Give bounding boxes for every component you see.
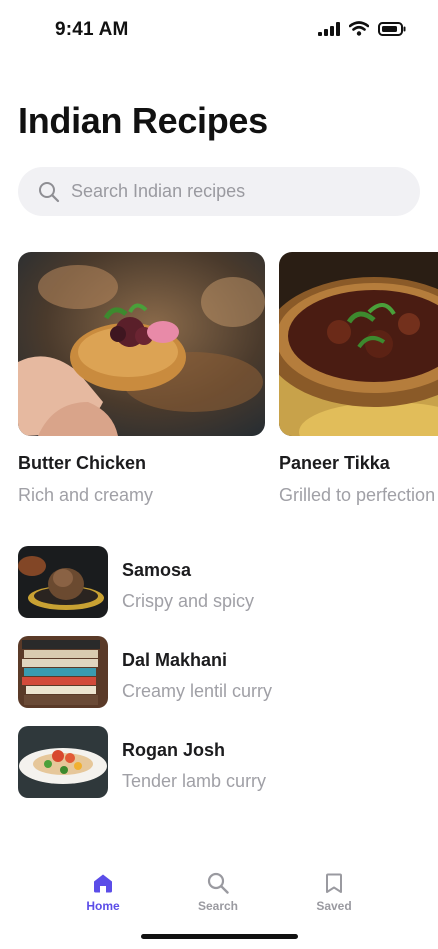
home-icon — [94, 874, 112, 893]
recipe-thumbnail — [18, 546, 108, 618]
home-indicator — [141, 934, 298, 939]
tab-search[interactable]: Search — [178, 872, 258, 913]
recipe-list: Samosa Crispy and spicy Dal Makhani Crea… — [18, 546, 420, 816]
battery-icon — [378, 21, 406, 36]
tab-saved[interactable]: Saved — [294, 872, 374, 913]
page-title: Indian Recipes — [18, 100, 268, 141]
list-item[interactable]: Rogan Josh Tender lamb curry — [18, 726, 420, 816]
status-bar: 9:41 AM — [0, 0, 438, 60]
featured-card-title: Butter Chicken — [18, 453, 147, 473]
featured-card-subtitle: Grilled to perfection — [279, 485, 436, 505]
recipe-thumbnail — [18, 636, 108, 708]
search-icon — [39, 181, 60, 202]
featured-card[interactable]: Paneer Tikka Grilled to perfection — [279, 252, 438, 506]
tab-label: Home — [86, 899, 120, 913]
featured-card-title: Paneer Tikka — [279, 453, 390, 473]
list-item[interactable]: Dal Makhani Creamy lentil curry — [18, 636, 420, 726]
status-time: 9:41 AM — [55, 19, 129, 40]
recipe-thumbnail — [18, 726, 108, 798]
featured-card-image — [18, 252, 265, 436]
search-input[interactable] — [71, 181, 391, 202]
list-item[interactable]: Samosa Crispy and spicy — [18, 546, 420, 636]
list-item-title: Samosa — [122, 560, 192, 580]
wifi-icon — [349, 21, 369, 36]
tab-home[interactable]: Home — [63, 872, 143, 913]
status-icons — [318, 21, 406, 36]
list-item-subtitle: Creamy lentil curry — [122, 681, 273, 701]
featured-carousel[interactable]: Butter Chicken Rich and creamy Paneer Ti… — [0, 252, 438, 512]
list-item-subtitle: Crispy and spicy — [122, 591, 255, 611]
featured-card[interactable]: Butter Chicken Rich and creamy — [18, 252, 265, 506]
list-item-subtitle: Tender lamb curry — [122, 771, 267, 791]
list-item-title: Dal Makhani — [122, 650, 228, 670]
bookmark-icon — [326, 873, 342, 893]
search-bar[interactable] — [18, 167, 420, 216]
tab-label: Search — [197, 899, 239, 913]
list-item-title: Rogan Josh — [122, 740, 226, 760]
signal-icon — [318, 21, 340, 36]
tab-label: Saved — [316, 899, 352, 913]
featured-card-image — [279, 252, 438, 436]
featured-card-subtitle: Rich and creamy — [18, 485, 154, 505]
search-icon — [207, 872, 229, 894]
